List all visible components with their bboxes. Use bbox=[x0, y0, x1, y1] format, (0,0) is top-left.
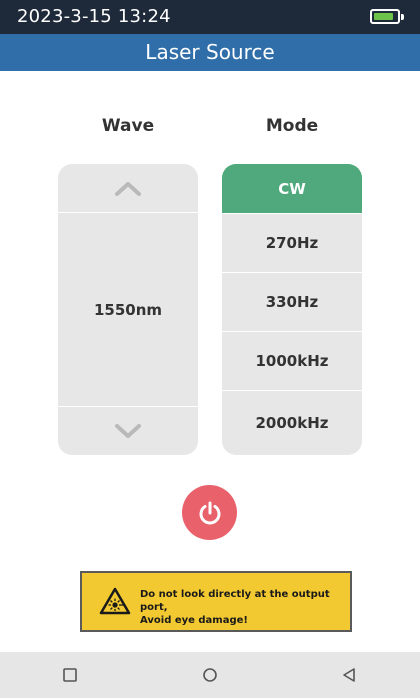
battery-cap bbox=[401, 14, 404, 20]
circle-icon[interactable] bbox=[202, 667, 218, 683]
chevron-up-icon bbox=[115, 182, 141, 196]
mode-header: Mode bbox=[265, 116, 319, 136]
warning-banner: Do not look directly at the output port,… bbox=[80, 571, 352, 632]
power-icon bbox=[199, 501, 220, 524]
mode-option-1000khz[interactable]: 1000kHz bbox=[222, 331, 362, 390]
mode-option-330hz[interactable]: 330Hz bbox=[222, 272, 362, 331]
mode-option-270hz[interactable]: 270Hz bbox=[222, 213, 362, 272]
triangle-back-icon[interactable] bbox=[341, 667, 357, 683]
mode-option-2000khz[interactable]: 2000kHz bbox=[222, 390, 362, 455]
battery-icon bbox=[370, 9, 404, 24]
warning-text: Do not look directly at the output port,… bbox=[140, 588, 350, 627]
mode-panel: CW 270Hz 330Hz 1000kHz 2000kHz bbox=[222, 164, 362, 455]
wave-down-button[interactable] bbox=[58, 406, 198, 455]
power-button[interactable] bbox=[182, 485, 237, 540]
laser-warning-icon bbox=[99, 587, 131, 615]
status-time: 2023-3-15 13:24 bbox=[17, 6, 171, 27]
warning-line-2: Avoid eye damage! bbox=[140, 615, 248, 626]
warning-line-1: Do not look directly at the output port, bbox=[140, 589, 330, 613]
navigation-bar bbox=[0, 652, 420, 698]
wave-up-button[interactable] bbox=[58, 164, 198, 213]
wave-panel: 1550nm bbox=[58, 164, 198, 455]
battery-fill bbox=[374, 13, 393, 20]
page-title: Laser Source bbox=[0, 34, 420, 71]
wave-header: Wave bbox=[101, 116, 155, 136]
chevron-down-icon bbox=[115, 424, 141, 438]
status-bar: 2023-3-15 13:24 bbox=[0, 0, 420, 34]
square-icon[interactable] bbox=[62, 667, 78, 683]
wave-value: 1550nm bbox=[93, 300, 163, 319]
mode-option-cw[interactable]: CW bbox=[222, 164, 362, 213]
